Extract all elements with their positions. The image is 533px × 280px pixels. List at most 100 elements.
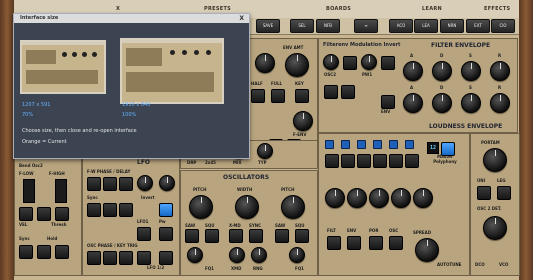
por-button[interactable] [369, 236, 383, 250]
save-button[interactable]: SAVE [256, 19, 280, 33]
osc-phase-button-2[interactable] [103, 251, 117, 265]
hold-button[interactable] [37, 245, 51, 259]
portamento-knob[interactable] [483, 148, 507, 172]
vel-button[interactable] [19, 207, 33, 221]
pw1-mod-button[interactable] [381, 56, 395, 70]
select-button[interactable]: SEL [290, 19, 314, 33]
full-button[interactable] [271, 89, 285, 103]
size-option-large-percent[interactable]: 100% [122, 112, 136, 118]
rng-knob[interactable] [251, 247, 267, 263]
uni-button[interactable] [477, 186, 491, 200]
voice-detune-knob-4[interactable] [391, 188, 411, 208]
lfo-wave-button-3[interactable] [119, 177, 133, 191]
leg-button[interactable] [497, 186, 511, 200]
key-trig-button[interactable] [137, 251, 151, 265]
voice-button-6[interactable] [405, 154, 419, 168]
env-voice-button[interactable] [347, 236, 361, 250]
dialog-close-button[interactable]: X [239, 14, 244, 23]
cutoff-knob[interactable] [255, 53, 275, 73]
menu-presets[interactable]: PRESETS [204, 6, 231, 12]
lfo1-button[interactable] [137, 227, 151, 241]
loud-release-knob[interactable] [490, 93, 510, 113]
osc2-mod-knob[interactable] [323, 54, 339, 70]
voice-button-3[interactable] [357, 154, 371, 168]
thresh-button[interactable] [55, 207, 69, 221]
size-option-small-percent[interactable]: 70% [22, 112, 33, 118]
nfb-button[interactable]: NFB [316, 19, 340, 33]
lfo2-button[interactable] [159, 227, 173, 241]
f-low-slider[interactable] [23, 179, 35, 203]
fq1-knob-a[interactable] [187, 247, 203, 263]
lfo-sync-button[interactable] [87, 203, 101, 217]
menu-close-x[interactable]: X [116, 6, 120, 12]
voice-detune-knob-5[interactable] [413, 188, 433, 208]
xmd-button[interactable] [229, 229, 243, 243]
menu-learn[interactable]: LEARN [422, 6, 442, 12]
lfo-wave-button-1[interactable] [87, 177, 101, 191]
voice-detune-knob-3[interactable] [369, 188, 389, 208]
osc2-pitch-knob[interactable] [281, 195, 305, 219]
menu-effects[interactable]: EFFECTS [484, 6, 510, 12]
spread-knob[interactable] [415, 238, 439, 262]
filter-sustain-knob[interactable] [461, 61, 481, 81]
osc1-pitch-knob[interactable] [189, 195, 213, 219]
lfo-rate-knob[interactable] [137, 175, 153, 191]
filter-decay-knob[interactable] [432, 61, 452, 81]
sync-left-button[interactable] [19, 245, 33, 259]
lfo-mod-button-a[interactable] [103, 203, 117, 217]
f-high-slider[interactable] [55, 179, 67, 203]
aco-button[interactable]: ACO [389, 19, 413, 33]
sync-button[interactable] [249, 229, 263, 243]
pulse-width-knob[interactable] [235, 195, 259, 219]
env-select-button[interactable] [381, 95, 395, 109]
squ1-button[interactable] [205, 229, 219, 243]
filter-env-mod-button[interactable] [341, 85, 355, 99]
half-button[interactable] [251, 89, 265, 103]
vel-button-2[interactable] [37, 207, 51, 221]
size-option-large-thumbnail[interactable] [120, 38, 224, 104]
nrn-button[interactable]: NRN [440, 19, 464, 33]
ext-button[interactable]: EXT [466, 19, 490, 33]
saw2-button[interactable] [275, 229, 289, 243]
xmd-knob[interactable] [229, 247, 245, 263]
size-option-small-dimensions[interactable]: 1207 x 591 [22, 102, 50, 108]
size-option-small-thumbnail[interactable] [20, 40, 106, 94]
lfo-mod-button-b[interactable] [119, 203, 133, 217]
fq1-knob-b[interactable] [289, 247, 305, 263]
voice-button-5[interactable] [389, 154, 403, 168]
lfo-wave-button-2[interactable] [103, 177, 117, 191]
filter-release-knob[interactable] [490, 61, 510, 81]
osc-phase-button-3[interactable] [119, 251, 133, 265]
filter-attack-knob[interactable] [403, 61, 423, 81]
lfo12-button[interactable] [159, 251, 173, 265]
osc-phase-button-1[interactable] [87, 251, 101, 265]
key-button[interactable] [295, 89, 309, 103]
osc-button[interactable] [389, 236, 403, 250]
squ2-button[interactable] [295, 229, 309, 243]
saw1-button[interactable] [185, 229, 199, 243]
voice-detune-knob-1[interactable] [325, 188, 345, 208]
voice-button-1[interactable] [325, 154, 339, 168]
filt-button[interactable] [327, 236, 341, 250]
arp-button-small[interactable] [55, 245, 69, 259]
loud-attack-knob[interactable] [403, 93, 423, 113]
cio-button[interactable]: CIO [491, 19, 515, 33]
voice-detune-knob-2[interactable] [347, 188, 367, 208]
size-option-large-dimensions[interactable]: 1910 x 840 [122, 102, 150, 108]
learn-button[interactable]: LEA [414, 19, 438, 33]
loud-decay-knob[interactable] [432, 93, 452, 113]
filter-env-invert-button[interactable] [324, 85, 338, 99]
loud-sustain-knob[interactable] [461, 93, 481, 113]
voice-button-4[interactable] [373, 154, 387, 168]
voice-button-2[interactable] [341, 154, 355, 168]
env-amount-knob[interactable] [285, 53, 309, 77]
menu-boards[interactable]: BOARDS [326, 6, 351, 12]
f-env-knob[interactable] [293, 111, 313, 131]
lfo-pw-button[interactable] [159, 203, 173, 217]
lfo-amount-knob[interactable] [159, 175, 175, 191]
osc2-detune-knob[interactable] [483, 216, 507, 240]
menu-list-button[interactable]: ≡ [354, 19, 378, 33]
type-knob[interactable] [257, 143, 273, 159]
pw1-mod-knob[interactable] [361, 54, 377, 70]
osc2-mod-button[interactable] [343, 56, 357, 70]
